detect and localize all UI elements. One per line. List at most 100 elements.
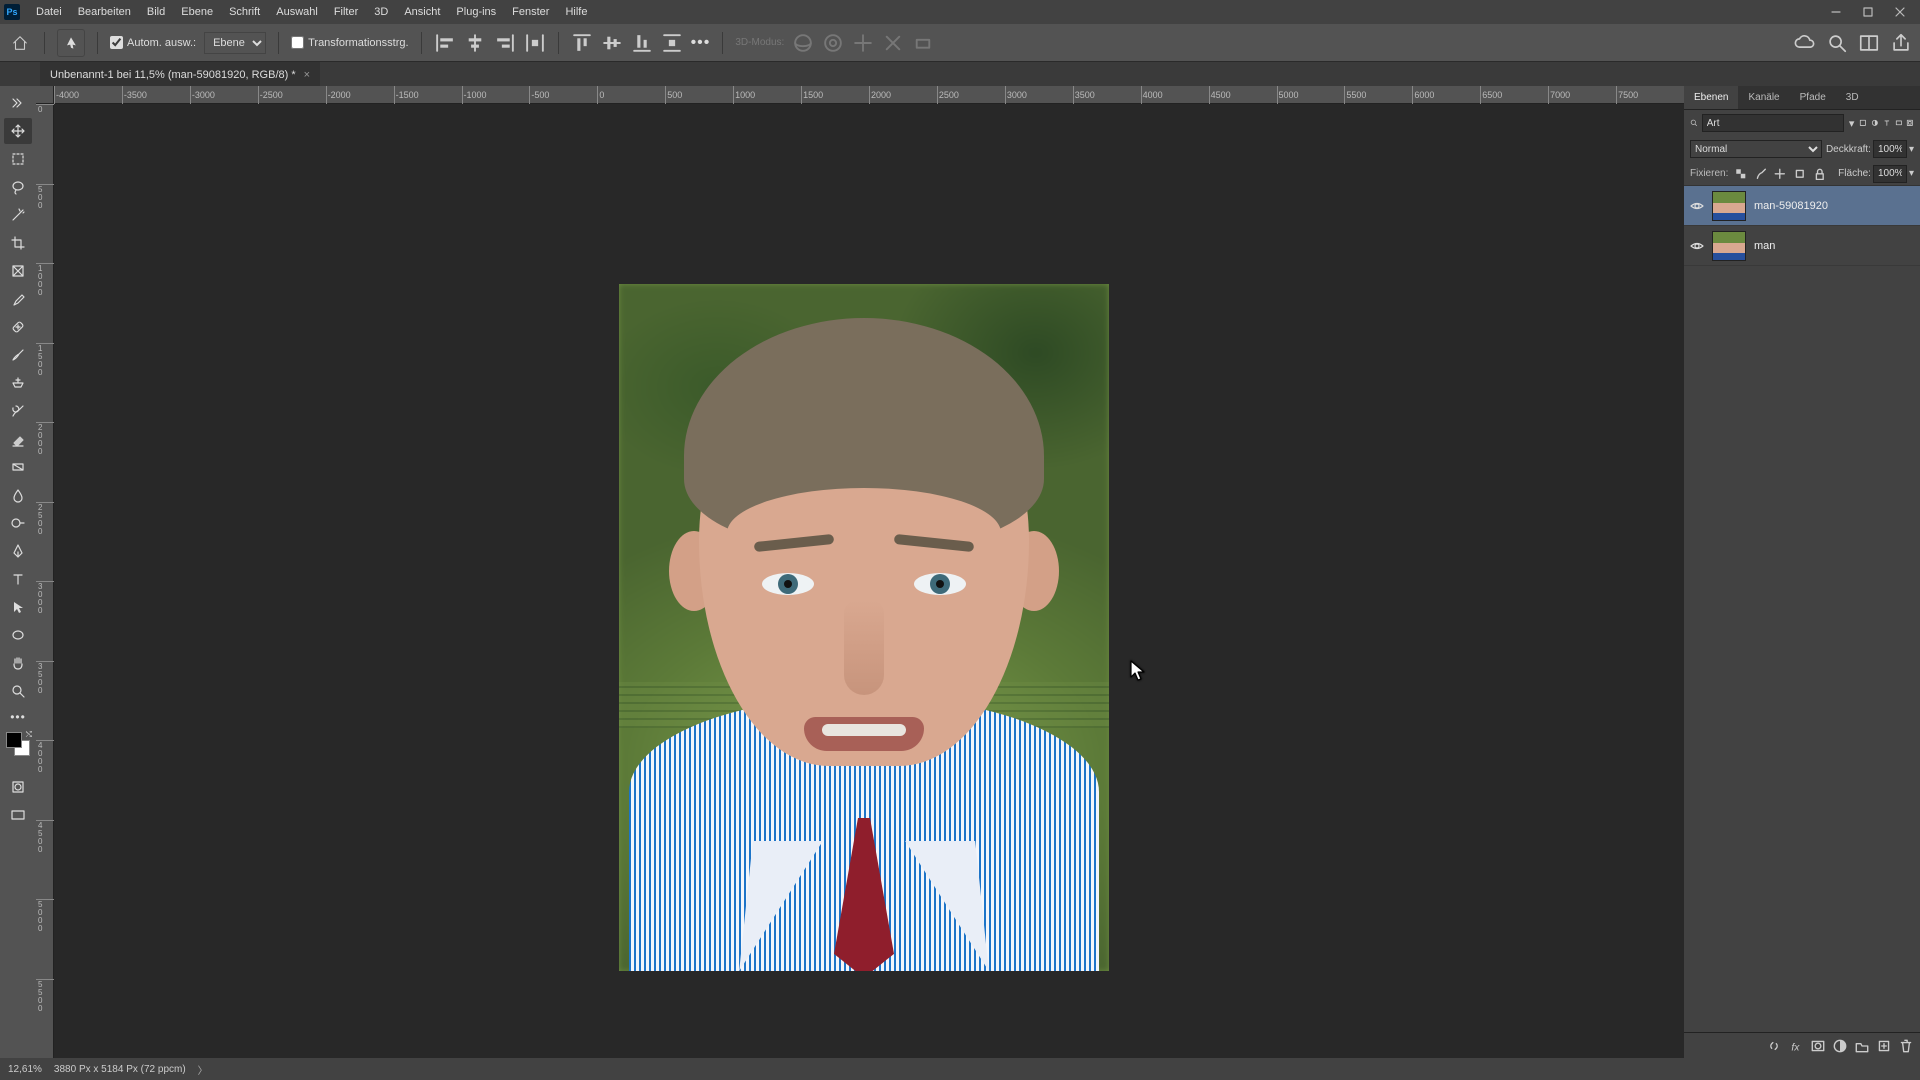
crop-tool[interactable] — [4, 230, 32, 256]
filter-pixel-icon[interactable] — [1859, 114, 1867, 132]
menu-hilfe[interactable]: Hilfe — [557, 0, 595, 24]
close-button[interactable] — [1884, 2, 1916, 22]
lock-position-icon[interactable] — [1773, 165, 1787, 183]
opacity-flyout-icon[interactable]: ▾ — [1909, 144, 1914, 155]
canvas-area[interactable]: -4000-3500-3000-2500-2000-1500-1000-5000… — [36, 86, 1684, 1058]
filter-type-icon[interactable] — [1883, 114, 1891, 132]
menu-bild[interactable]: Bild — [139, 0, 173, 24]
panel-tab-kanäle[interactable]: Kanäle — [1738, 86, 1789, 109]
lasso-tool[interactable] — [4, 174, 32, 200]
menu-datei[interactable]: Datei — [28, 0, 70, 24]
magic-wand-tool[interactable] — [4, 202, 32, 228]
move-tool[interactable] — [4, 118, 32, 144]
layer-name[interactable]: man-59081920 — [1754, 200, 1828, 212]
path-select-tool[interactable] — [4, 594, 32, 620]
opacity-input[interactable] — [1873, 140, 1907, 158]
align-top-icon[interactable] — [571, 32, 593, 54]
delete-layer-icon[interactable] — [1898, 1038, 1914, 1054]
expand-tools-icon[interactable] — [4, 90, 32, 116]
layer-mask-icon[interactable] — [1810, 1038, 1826, 1054]
clone-stamp-tool[interactable] — [4, 370, 32, 396]
layer-kind-search[interactable] — [1702, 114, 1844, 132]
marquee-tool[interactable] — [4, 146, 32, 172]
type-tool[interactable] — [4, 566, 32, 592]
healing-tool[interactable] — [4, 314, 32, 340]
eraser-tool[interactable] — [4, 426, 32, 452]
menu-fenster[interactable]: Fenster — [504, 0, 557, 24]
menu-3d[interactable]: 3D — [366, 0, 396, 24]
eyedropper-tool[interactable] — [4, 286, 32, 312]
layer-row[interactable]: man — [1684, 226, 1920, 266]
distribute-v-icon[interactable] — [661, 32, 683, 54]
doc-dimensions[interactable]: 3880 Px x 5184 Px (72 ppcm) — [54, 1064, 186, 1075]
filter-adjust-icon[interactable] — [1871, 114, 1879, 132]
search-icon[interactable] — [1826, 32, 1848, 54]
panel-tab-3d[interactable]: 3D — [1836, 86, 1869, 109]
canvas-image[interactable] — [619, 284, 1109, 971]
menu-ansicht[interactable]: Ansicht — [396, 0, 448, 24]
new-layer-icon[interactable] — [1876, 1038, 1892, 1054]
history-brush-tool[interactable] — [4, 398, 32, 424]
ruler-origin[interactable] — [36, 86, 54, 104]
filter-shape-icon[interactable] — [1895, 114, 1903, 132]
brush-tool[interactable] — [4, 342, 32, 368]
lock-image-icon[interactable] — [1754, 165, 1768, 183]
layer-thumbnail[interactable] — [1712, 191, 1746, 221]
foreground-swatch[interactable] — [6, 732, 22, 748]
menu-filter[interactable]: Filter — [326, 0, 366, 24]
frame-tool[interactable] — [4, 258, 32, 284]
hand-tool[interactable] — [4, 650, 32, 676]
menu-bearbeiten[interactable]: Bearbeiten — [70, 0, 139, 24]
screenmode-tool[interactable] — [4, 802, 32, 828]
align-bottom-icon[interactable] — [631, 32, 653, 54]
lock-artboard-icon[interactable] — [1793, 165, 1807, 183]
canvas[interactable] — [54, 104, 1684, 1058]
auto-select-target[interactable]: Ebene — [204, 32, 266, 54]
group-layers-icon[interactable] — [1854, 1038, 1870, 1054]
filter-smart-icon[interactable] — [1906, 114, 1914, 132]
ruler-horizontal[interactable]: -4000-3500-3000-2500-2000-1500-1000-5000… — [54, 86, 1684, 104]
layer-thumbnail[interactable] — [1712, 231, 1746, 261]
kind-dropdown-icon[interactable]: ▾ — [1848, 114, 1856, 132]
zoom-readout[interactable]: 12,61% — [8, 1064, 42, 1075]
distribute-h-icon[interactable] — [524, 32, 546, 54]
adjustment-layer-icon[interactable] — [1832, 1038, 1848, 1054]
auto-select-checkbox[interactable]: Autom. ausw.: — [110, 36, 196, 49]
ruler-vertical[interactable]: 05 0 01 0 0 01 5 0 02 0 0 02 5 0 03 0 0 … — [36, 104, 54, 1058]
layer-name[interactable]: man — [1754, 240, 1775, 252]
layer-style-icon[interactable]: fx — [1788, 1038, 1804, 1054]
fill-flyout-icon[interactable]: ▾ — [1909, 168, 1914, 179]
align-right-icon[interactable] — [494, 32, 516, 54]
panel-tab-ebenen[interactable]: Ebenen — [1684, 86, 1738, 109]
color-swatches[interactable]: ⤭ — [4, 730, 32, 760]
blend-mode-select[interactable]: Normal — [1690, 140, 1822, 158]
transform-controls-checkbox[interactable]: Transformationsstrg. — [291, 36, 408, 49]
menu-ebene[interactable]: Ebene — [173, 0, 221, 24]
visibility-icon[interactable] — [1690, 239, 1704, 253]
share-icon[interactable] — [1890, 32, 1912, 54]
swap-colors-icon[interactable]: ⤭ — [26, 730, 32, 740]
edit-toolbar-icon[interactable]: ••• — [10, 710, 26, 724]
layer-row[interactable]: man-59081920 — [1684, 186, 1920, 226]
dodge-tool[interactable] — [4, 510, 32, 536]
align-vcenter-icon[interactable] — [601, 32, 623, 54]
lock-all-icon[interactable] — [1813, 165, 1827, 183]
status-flyout-icon[interactable]: 〉 — [198, 1062, 208, 1077]
document-tab[interactable]: Unbenannt-1 bei 11,5% (man-59081920, RGB… — [40, 62, 320, 86]
menu-auswahl[interactable]: Auswahl — [268, 0, 326, 24]
home-button[interactable] — [8, 31, 32, 55]
quickmask-tool[interactable] — [4, 774, 32, 800]
panel-tab-pfade[interactable]: Pfade — [1790, 86, 1836, 109]
fill-input[interactable] — [1873, 165, 1907, 183]
minimize-button[interactable] — [1820, 2, 1852, 22]
zoom-tool[interactable] — [4, 678, 32, 704]
shape-tool[interactable] — [4, 622, 32, 648]
cloud-icon[interactable] — [1794, 32, 1816, 54]
lock-transparent-icon[interactable] — [1734, 165, 1748, 183]
pen-tool[interactable] — [4, 538, 32, 564]
visibility-icon[interactable] — [1690, 199, 1704, 213]
more-align-button[interactable]: ••• — [691, 34, 711, 52]
align-left-icon[interactable] — [434, 32, 456, 54]
gradient-tool[interactable] — [4, 454, 32, 480]
link-layers-icon[interactable] — [1766, 1038, 1782, 1054]
